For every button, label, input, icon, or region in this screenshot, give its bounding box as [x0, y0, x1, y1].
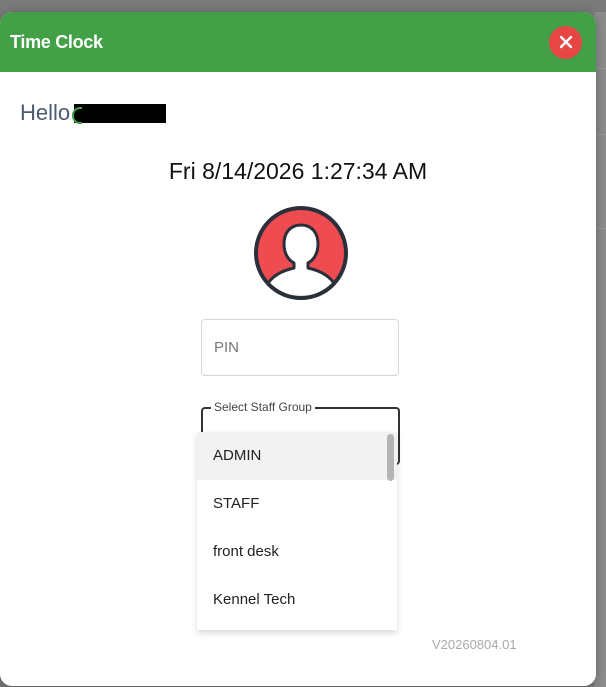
close-button[interactable]: [549, 25, 582, 59]
staff-group-dropdown[interactable]: ADMIN STAFF front desk Kennel Tech: [197, 432, 397, 630]
version-label: V20260804.01: [432, 637, 517, 652]
backdrop: [0, 0, 606, 12]
staff-group-option[interactable]: Kennel Tech: [197, 576, 397, 624]
time-clock-modal: Time Clock Hello Fri 8/14/2026 1:27:34 A…: [0, 12, 596, 686]
greeting-prefix: Hello: [20, 100, 71, 125]
user-avatar-icon: [254, 206, 348, 300]
pin-field[interactable]: [201, 319, 399, 376]
staff-group-option[interactable]: STAFF: [197, 480, 397, 528]
close-x-icon: [559, 35, 572, 49]
current-datetime: Fri 8/14/2026 1:27:34 AM: [168, 158, 428, 184]
staff-group-label: Select Staff Group: [211, 400, 315, 414]
modal-title: Time Clock: [10, 31, 103, 52]
modal-header: Time Clock: [0, 12, 596, 72]
greeting: Hello: [20, 100, 167, 126]
pin-input[interactable]: [202, 320, 398, 375]
staff-group-option[interactable]: ADMIN: [197, 432, 397, 480]
staff-group-option[interactable]: front desk: [197, 528, 397, 576]
dropdown-scrollbar[interactable]: [387, 434, 394, 481]
redacted-user-name: [72, 103, 167, 124]
